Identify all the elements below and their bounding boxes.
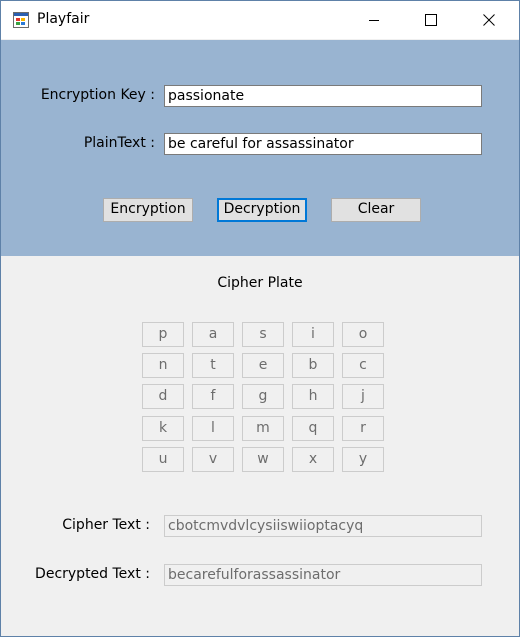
plate-cell: o: [342, 322, 384, 347]
encryption-key-input[interactable]: passionate: [164, 85, 482, 107]
decrypted-text-output: becarefulforassassinator: [164, 564, 482, 586]
plate-cell: d: [142, 384, 184, 409]
plate-cell: y: [342, 447, 384, 472]
cipher-text-label: Cipher Text :: [62, 517, 150, 533]
plate-cell: c: [342, 353, 384, 378]
plate-cell: f: [192, 384, 234, 409]
plate-cell: a: [192, 322, 234, 347]
plate-cell: k: [142, 416, 184, 441]
cipher-plate-title: Cipher Plate: [217, 275, 303, 291]
plaintext-label: PlainText :: [83, 135, 155, 151]
input-panel: Encryption Key : passionate PlainText : …: [1, 40, 519, 256]
plate-cell: s: [242, 322, 284, 347]
cipher-text-output: cbotcmvdvlcysiiswiioptacyq: [164, 515, 482, 537]
maximize-button[interactable]: [408, 1, 454, 39]
decryption-button[interactable]: Decryption: [217, 198, 307, 222]
minimize-button[interactable]: [351, 1, 397, 39]
plate-cell: q: [292, 416, 334, 441]
plate-cell: v: [192, 447, 234, 472]
clear-button[interactable]: Clear: [331, 198, 421, 222]
plate-cell: g: [242, 384, 284, 409]
encryption-button[interactable]: Encryption: [103, 198, 193, 222]
plate-cell: t: [192, 353, 234, 378]
plate-cell: p: [142, 322, 184, 347]
plate-cell: j: [342, 384, 384, 409]
minimize-icon: [369, 20, 379, 21]
plate-cell: h: [292, 384, 334, 409]
plate-cell: u: [142, 447, 184, 472]
maximize-icon: [425, 14, 437, 26]
playfair-window: Playfair Encryption Key : passionate Pla…: [0, 0, 520, 637]
plate-cell: m: [242, 416, 284, 441]
close-icon: [483, 14, 495, 26]
decrypted-text-label: Decrypted Text :: [35, 566, 150, 582]
plate-cell: x: [292, 447, 334, 472]
plaintext-input[interactable]: be careful for assassinator: [164, 133, 482, 155]
encryption-key-label: Encryption Key :: [40, 87, 155, 103]
plate-cell: r: [342, 416, 384, 441]
close-button[interactable]: [466, 1, 512, 39]
plate-cell: b: [292, 353, 334, 378]
app-icon: [13, 12, 29, 28]
plate-cell: n: [142, 353, 184, 378]
window-title: Playfair: [37, 11, 90, 27]
plate-cell: w: [242, 447, 284, 472]
plate-cell: l: [192, 416, 234, 441]
title-bar[interactable]: Playfair: [1, 1, 519, 39]
plate-cell: e: [242, 353, 284, 378]
plate-cell: i: [292, 322, 334, 347]
